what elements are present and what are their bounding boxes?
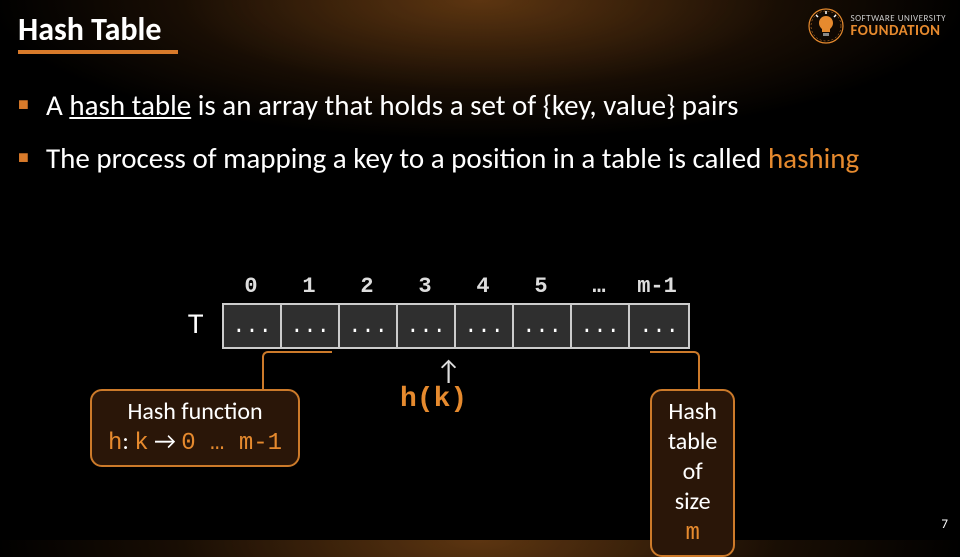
table-cells: ... ... ... ... ... ... ... ... [222, 303, 690, 349]
text: The process of mapping a key to a positi… [46, 140, 768, 176]
page-number: 7 [941, 517, 948, 532]
index-label: … [570, 274, 628, 299]
logo-line2: FOUNDATION [850, 24, 946, 39]
bullet-2: The process of mapping a key to a positi… [18, 139, 942, 178]
connector-line [650, 351, 700, 393]
table-cell: ... [340, 305, 398, 347]
index-label: 3 [396, 274, 454, 299]
text: m [685, 520, 699, 547]
lightbulb-icon [808, 8, 844, 44]
hash-table-term: hash table [69, 87, 191, 123]
connector-line [262, 351, 332, 393]
text: of size [675, 457, 711, 516]
table-cell: ... [224, 305, 282, 347]
hash-function-callout: Hash function h: k → 0 … m-1 [90, 389, 300, 467]
table-cell: ... [572, 305, 630, 347]
table-cell: ... [456, 305, 514, 347]
text: A [46, 87, 69, 123]
bullet-1: A hash table is an array that holds a se… [18, 86, 942, 125]
arrow-up-icon: ↑ [436, 353, 461, 388]
logo: SOFTWARE UNIVERSITY FOUNDATION [808, 8, 946, 44]
index-label: m-1 [628, 274, 686, 299]
hash-of-k: h(k) [400, 384, 467, 415]
text: h [108, 430, 122, 457]
hash-table-diagram: 0 1 2 3 4 5 … m-1 T ... ... ... ... ... … [160, 274, 690, 349]
text: is an array that holds a set of {key, va… [191, 87, 738, 123]
index-label: 2 [338, 274, 396, 299]
index-label: 0 [222, 274, 280, 299]
index-label: 1 [280, 274, 338, 299]
table-label: T [160, 311, 222, 342]
index-label: 4 [454, 274, 512, 299]
text: 0 … m-1 [181, 430, 282, 457]
table-cell: ... [630, 305, 688, 347]
table-cell: ... [398, 305, 456, 347]
table-cell: ... [282, 305, 340, 347]
text: → [149, 427, 182, 456]
hashing-term: hashing [768, 140, 859, 176]
index-label: 5 [512, 274, 570, 299]
table-size-callout: Hash table of size m [650, 389, 735, 557]
text: k [134, 430, 148, 457]
index-row: 0 1 2 3 4 5 … m-1 [222, 274, 690, 299]
title-underline [18, 50, 178, 54]
bullet-list: A hash table is an array that holds a se… [18, 86, 942, 192]
text: Hash function [127, 397, 262, 426]
text: Hash table [668, 397, 717, 456]
table-cell: ... [514, 305, 572, 347]
text: : [122, 427, 134, 456]
slide-title: Hash Table [18, 10, 162, 49]
